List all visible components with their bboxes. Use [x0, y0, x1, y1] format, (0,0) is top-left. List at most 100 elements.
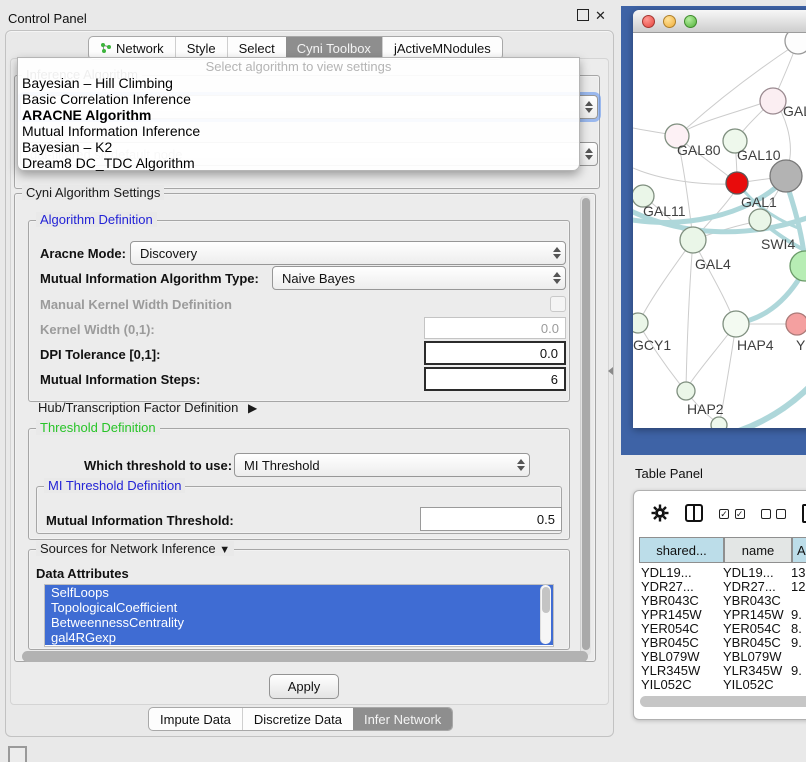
tab-cyni-toolbox-label: Cyni Toolbox — [297, 41, 371, 56]
tab-jactivemnodules[interactable]: jActiveMNodules — [382, 37, 502, 59]
table-body[interactable]: YDL19... YDL19... 13 YDR27... YDR27... 1… — [639, 565, 806, 691]
mi-algorithm-type-combobox[interactable]: Naive Bayes — [272, 266, 566, 290]
network-node[interactable] — [711, 417, 727, 428]
network-node-gcy1[interactable] — [633, 313, 648, 333]
tab-style[interactable]: Style — [175, 37, 227, 59]
algorithm-option-aracne[interactable]: ARACNE Algorithm — [18, 107, 579, 123]
aracne-mode-label: Aracne Mode: — [40, 246, 126, 261]
tab-cyni-toolbox[interactable]: Cyni Toolbox — [286, 37, 382, 59]
settings-scrollbar[interactable] — [580, 196, 591, 656]
apply-button[interactable]: Apply — [269, 674, 339, 699]
cell-shared-name: YLR345W — [641, 663, 700, 678]
close-window-icon[interactable] — [642, 15, 655, 28]
algorithm-dropdown-popup: Select algorithm to view settings Bayesi… — [17, 57, 580, 171]
list-scrollbar[interactable] — [540, 585, 551, 644]
mi-threshold-field[interactable]: 0.5 — [420, 507, 562, 531]
column-header-name[interactable]: name — [724, 537, 792, 563]
mi-steps-field[interactable]: 6 — [424, 367, 566, 391]
node-label-gcy1: GCY1 — [633, 337, 671, 353]
close-panel-icon[interactable]: ✕ — [595, 8, 606, 24]
kernel-width-value: 0.0 — [541, 321, 559, 336]
cell-shared-name: YER054C — [641, 621, 699, 636]
gear-icon[interactable] — [651, 504, 669, 522]
mi-algorithm-type-value: Naive Bayes — [282, 271, 549, 286]
network-node-hap4[interactable] — [723, 311, 749, 337]
splitter-collapse-icon[interactable] — [608, 367, 613, 375]
list-item-gal4rgexp[interactable]: gal4RGexp — [45, 630, 553, 645]
which-threshold-combobox[interactable]: MI Threshold — [234, 453, 530, 477]
network-node-gal1[interactable] — [770, 160, 802, 192]
tab-infer-network[interactable]: Infer Network — [353, 708, 452, 730]
network-node-swi4[interactable] — [749, 209, 771, 231]
which-threshold-value: MI Threshold — [244, 458, 513, 473]
tab-select[interactable]: Select — [227, 37, 286, 59]
algorithm-option-bayesian-hill-climbing[interactable]: Bayesian – Hill Climbing — [18, 75, 579, 91]
network-node-hap2[interactable] — [677, 382, 695, 400]
algorithm-option-mutual-information[interactable]: Mutual Information Inference — [18, 123, 579, 139]
network-node-gal4[interactable] — [680, 227, 706, 253]
hub-tf-definition-toggle[interactable]: Hub/Transcription Factor Definition ▶ — [38, 400, 257, 415]
screenshot-root: Control Panel ✕ Network Style Select Cyn… — [0, 0, 806, 762]
list-scrollbar-thumb[interactable] — [542, 587, 550, 613]
settings-scrollbar-thumb[interactable] — [582, 198, 590, 650]
tab-network[interactable]: Network — [89, 37, 175, 59]
tab-impute-data[interactable]: Impute Data — [149, 708, 242, 730]
algorithm-option-basic-correlation[interactable]: Basic Correlation Inference — [18, 91, 579, 107]
node-label-gal80: GAL80 — [677, 142, 721, 158]
cell-shared-name: YPR145W — [641, 607, 702, 622]
deselect-all-columns-icon[interactable] — [761, 506, 787, 521]
select-all-columns-icon[interactable]: ✓ ✓ — [719, 506, 745, 521]
minimized-panel-icon[interactable] — [8, 746, 27, 762]
node-label-gal10: GAL10 — [737, 147, 781, 163]
zoom-window-icon[interactable] — [684, 15, 697, 28]
cyni-algorithm-settings-label: Cyni Algorithm Settings — [22, 185, 164, 200]
network-node-selected-red[interactable] — [726, 172, 748, 194]
column-header-shared-name[interactable]: shared... — [639, 537, 724, 563]
column-header-partial[interactable]: A — [792, 537, 806, 563]
bottom-tabstrip: Impute Data Discretize Data Infer Networ… — [148, 707, 453, 731]
node-label-gal: GAL — [783, 103, 806, 119]
kernel-width-field[interactable]: 0.0 — [424, 317, 566, 339]
mi-algorithm-type-label: Mutual Information Algorithm Type: — [40, 271, 259, 286]
tab-impute-data-label: Impute Data — [160, 712, 231, 727]
list-item-betweennesscentrality[interactable]: BetweennessCentrality — [45, 615, 553, 630]
network-node-salmon[interactable] — [786, 313, 806, 335]
which-threshold-label: Which threshold to use: — [84, 458, 232, 473]
float-panel-icon[interactable] — [577, 9, 589, 21]
manual-kernel-width-checkbox[interactable] — [550, 296, 566, 312]
table-hscrollbar[interactable] — [640, 696, 806, 707]
settings-hscrollbar[interactable] — [22, 651, 588, 662]
cell-value: 9. — [791, 663, 802, 678]
network-window-titlebar[interactable] — [633, 10, 806, 33]
network-node[interactable] — [785, 33, 806, 54]
algorithm-option-bayesian-k2[interactable]: Bayesian – K2 — [18, 139, 579, 155]
aracne-mode-value: Discovery — [140, 246, 549, 261]
unchecked-box-icon — [776, 509, 786, 519]
network-graph[interactable] — [633, 33, 806, 428]
aracne-mode-combobox[interactable]: Discovery — [130, 241, 566, 265]
export-table-icon[interactable] — [802, 504, 806, 523]
list-item-topologicalcoefficient[interactable]: TopologicalCoefficient — [45, 600, 553, 615]
dpi-tolerance-field[interactable]: 0.0 — [424, 341, 566, 365]
data-attributes-list[interactable]: SelfLoops TopologicalCoefficient Between… — [44, 584, 554, 647]
cell-value: 8. — [791, 621, 802, 636]
combo-stepper-icon — [513, 459, 529, 471]
node-label-gal11: GAL11 — [643, 203, 686, 219]
algorithm-option-dream8[interactable]: Dream8 DC_TDC Algorithm — [18, 155, 579, 171]
tab-discretize-data[interactable]: Discretize Data — [242, 708, 353, 730]
hub-tf-definition-label: Hub/Transcription Factor Definition — [38, 400, 238, 415]
network-canvas[interactable]: GAL GAL80 GAL10 GAL1 GAL11 SWI4 GAL4 GCY… — [633, 33, 806, 428]
list-item-selfloops[interactable]: SelfLoops — [45, 585, 553, 600]
combo-stepper-icon — [549, 272, 565, 284]
split-columns-icon[interactable] — [685, 504, 703, 522]
mi-threshold-label: Mutual Information Threshold: — [46, 513, 234, 528]
network-icon — [100, 42, 112, 54]
dpi-tolerance-label: DPI Tolerance [0,1]: — [40, 347, 160, 362]
minimize-window-icon[interactable] — [663, 15, 676, 28]
table-panel-title: Table Panel — [635, 466, 703, 481]
unchecked-box-icon — [761, 509, 771, 519]
cell-shared-name: YBR043C — [641, 593, 699, 608]
column-header-label: shared... — [656, 543, 707, 558]
collapse-arrow-icon[interactable]: ▼ — [219, 544, 230, 556]
network-node-green[interactable] — [790, 251, 806, 281]
